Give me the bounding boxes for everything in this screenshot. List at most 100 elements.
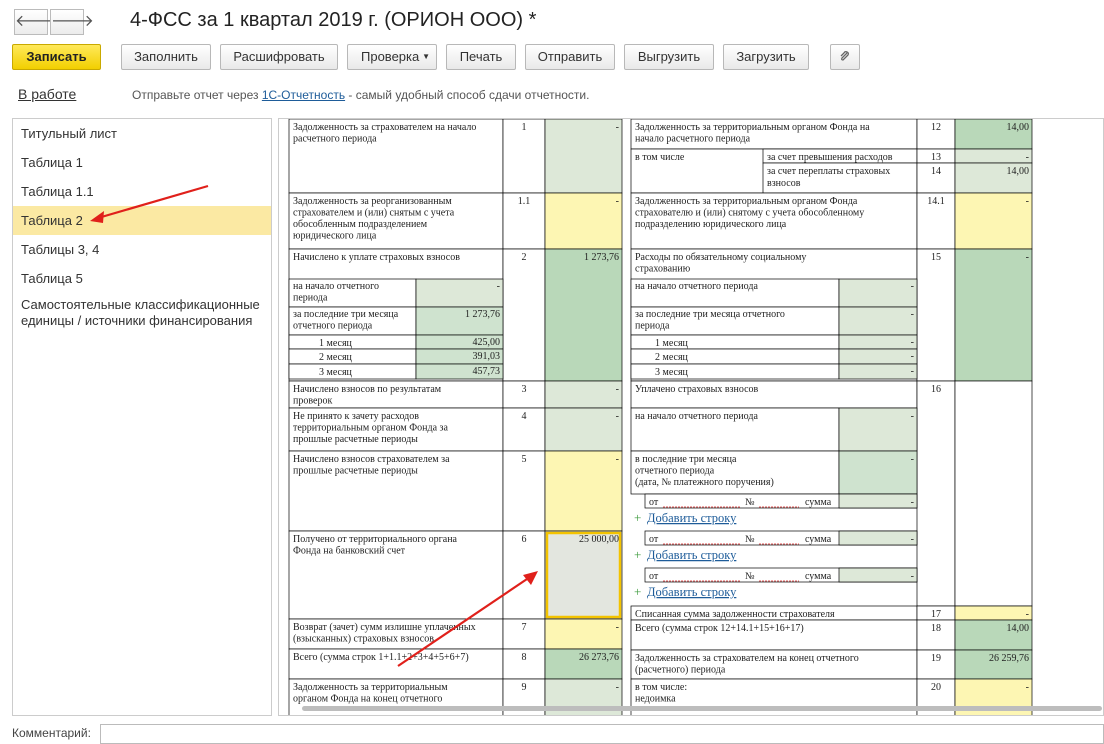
row-value: -	[1026, 252, 1029, 263]
value-cell-2[interactable]	[544, 248, 623, 382]
forward-button[interactable]: 🡒	[50, 9, 94, 35]
sub-value-cell[interactable]	[838, 306, 918, 336]
row-label: Задолженность за реорганизованным	[293, 196, 452, 207]
scroll-thumb[interactable]	[302, 706, 1102, 711]
sub-value: -	[911, 454, 914, 465]
attach-button[interactable]	[830, 44, 860, 70]
window-header: 🡐 🡒 4-ФСС за 1 квартал 2019 г. (ОРИОН ОО…	[0, 0, 1104, 40]
value-cell-5[interactable]	[544, 450, 623, 532]
row-label: страхователем и (или) снятым с учета	[293, 208, 455, 219]
sidebar-item-title-page[interactable]: Титульный лист	[13, 119, 271, 148]
row-code-cell	[502, 248, 546, 382]
payment-sum-label: сумма	[805, 497, 832, 508]
sub-label: в последние три месяца	[635, 454, 737, 465]
value-cell-13[interactable]	[954, 148, 1033, 164]
sidebar-item-table-1-1[interactable]: Таблица 1.1	[13, 177, 271, 206]
add-row-link[interactable]: Добавить строку	[647, 548, 737, 562]
add-row-link[interactable]: Добавить строку	[647, 585, 737, 599]
sub-value: -	[911, 571, 914, 582]
sub-value: 391,03	[473, 351, 501, 362]
row-label: территориальным органом Фонда за	[293, 423, 448, 434]
send-button[interactable]: Отправить	[525, 44, 615, 70]
value-cell-15[interactable]	[954, 248, 1033, 382]
toolbar: Записать Заполнить Расшифровать Проверка…	[0, 44, 1104, 72]
payment-no-label: №	[745, 571, 755, 582]
check-dropdown-button[interactable]: Проверка ▼	[347, 44, 437, 70]
horizontal-scrollbar[interactable]	[290, 702, 1104, 714]
sidebar-item-tables-3-4[interactable]: Таблицы 3, 4	[13, 235, 271, 264]
row-code: 12	[931, 122, 941, 133]
check-label: Проверка	[361, 49, 420, 64]
row-code: 14.1	[927, 196, 945, 207]
row-value: 26 259,76	[989, 653, 1029, 664]
payment-sum-field[interactable]	[838, 567, 918, 583]
row-label: Уплачено страховых взносов	[635, 384, 759, 395]
status-suffix: - самый удобный способ сдачи отчетности.	[345, 88, 590, 102]
row-code: 18	[931, 623, 941, 634]
plus-icon: +	[634, 584, 641, 599]
sub-label-cell	[288, 348, 417, 365]
row-label: Всего (сумма строк 1+1.1+2+3+4+5+6+7)	[293, 652, 469, 663]
plus-icon: +	[634, 547, 641, 562]
sub-value: -	[911, 351, 914, 362]
export-button[interactable]: Выгрузить	[624, 44, 714, 70]
row-code: 15	[931, 252, 941, 263]
value-cell-14.1[interactable]	[954, 192, 1033, 250]
save-button[interactable]: Записать	[12, 44, 101, 70]
sub-value: -	[911, 534, 914, 545]
row-label: (взысканных) страховых взносов	[293, 634, 434, 645]
row-label: Списанная сумма задолженности страховате…	[635, 609, 835, 620]
sidebar-item-units[interactable]: Самостоятельные классификационные единиц…	[13, 293, 271, 339]
add-row-link[interactable]: Добавить строку	[647, 511, 737, 525]
sub-value-cell[interactable]	[838, 407, 918, 452]
sub-label: отчетного периода	[635, 466, 715, 477]
row-label: Не принято к зачету расходов	[293, 411, 419, 422]
row-value: -	[616, 122, 619, 133]
row-code: 2	[522, 252, 527, 263]
row-value: -	[616, 411, 619, 422]
sub-value-cell[interactable]	[838, 278, 918, 308]
value-cell-7[interactable]	[544, 618, 623, 650]
row-label: страхованию	[635, 264, 691, 275]
sub-value-cell[interactable]	[838, 363, 918, 380]
row-label: расчетного периода	[293, 134, 377, 145]
row-value: -	[616, 454, 619, 465]
state-link[interactable]: В работе	[18, 86, 76, 102]
status-message: Отправьте отчет через 1С-Отчетность - са…	[132, 88, 589, 102]
page-title: 4-ФСС за 1 квартал 2019 г. (ОРИОН ООО) *	[130, 9, 537, 31]
sub-value-cell[interactable]	[415, 278, 504, 308]
value-cell-1.1[interactable]	[544, 192, 623, 250]
sub-value-cell[interactable]	[838, 450, 918, 495]
sub-label: на начало отчетного	[293, 281, 379, 292]
row-label: подразделению юридического лица	[635, 219, 787, 230]
back-button[interactable]: 🡐	[14, 9, 58, 35]
payment-sum-field[interactable]	[838, 493, 918, 509]
sub-value-cell[interactable]	[838, 348, 918, 365]
sidebar-item-table-5[interactable]: Таблица 5	[13, 264, 271, 293]
row-code: 9	[522, 682, 527, 693]
paperclip-icon	[840, 51, 849, 61]
row-value: 26 273,76	[579, 652, 619, 663]
row-code: 7	[522, 622, 527, 633]
sidebar-item-table-2[interactable]: Таблица 2	[13, 206, 271, 235]
sub-value-cell[interactable]	[838, 334, 918, 350]
fill-button[interactable]: Заполнить	[121, 44, 211, 70]
row-code: 1	[522, 122, 527, 133]
row-value: -	[1026, 609, 1029, 620]
value-cell-4[interactable]	[544, 407, 623, 452]
reporting-link[interactable]: 1С-Отчетность	[262, 88, 345, 102]
import-button[interactable]: Загрузить	[723, 44, 809, 70]
sub-label: 3 месяц	[655, 367, 689, 378]
row-code-cell	[916, 380, 956, 607]
comment-field[interactable]	[100, 724, 1104, 744]
value-cell-3[interactable]	[544, 380, 623, 409]
payment-sum-field[interactable]	[838, 530, 918, 546]
sub-value: 1 273,76	[465, 309, 500, 320]
row-label: Задолженность за страхователем на начало	[293, 122, 476, 133]
sidebar-item-table-1[interactable]: Таблица 1	[13, 148, 271, 177]
print-button[interactable]: Печать	[446, 44, 516, 70]
decode-button[interactable]: Расшифровать	[220, 44, 338, 70]
value-cell-1[interactable]	[544, 119, 623, 194]
value-cell-17[interactable]	[954, 605, 1033, 621]
row-label: юридического лица	[293, 231, 377, 242]
